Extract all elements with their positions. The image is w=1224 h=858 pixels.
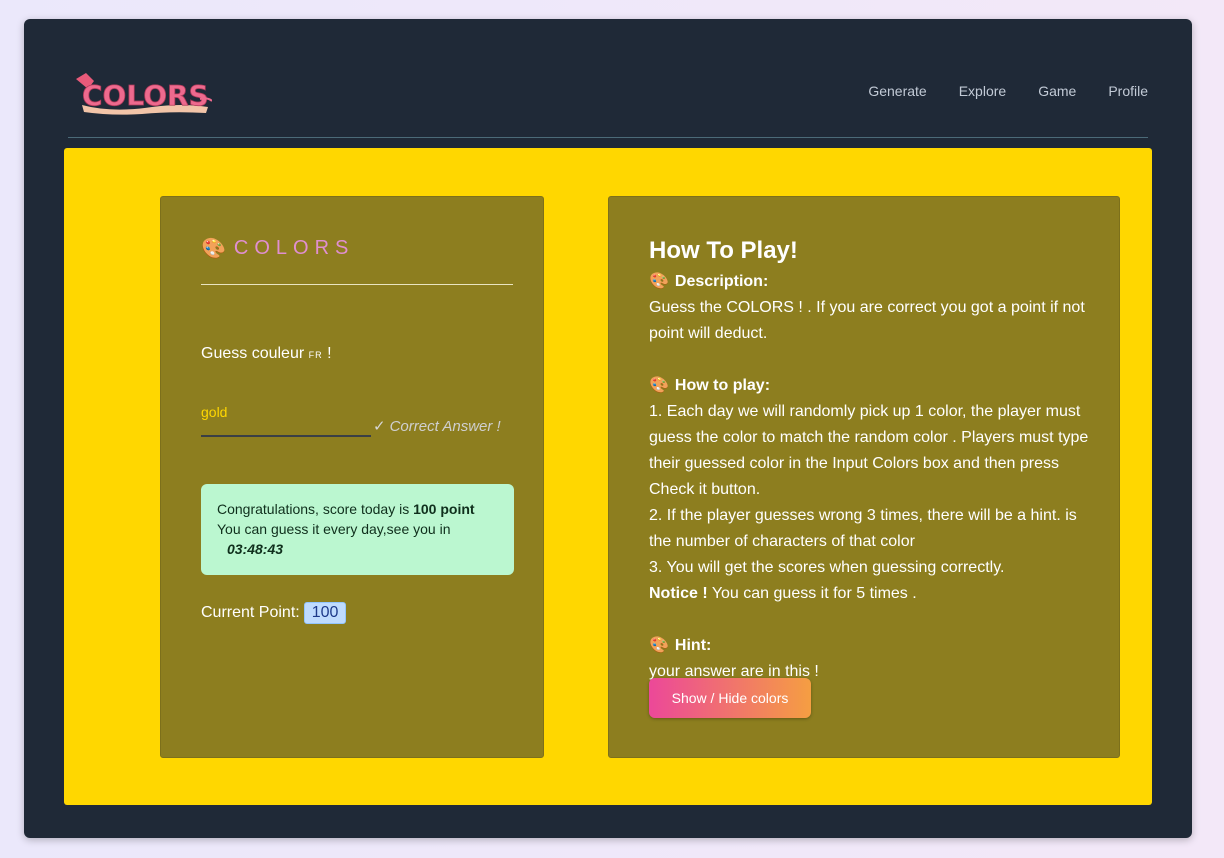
palette-icon: 🎨 bbox=[649, 637, 669, 654]
points-badge: 100 bbox=[303, 602, 347, 624]
guess-input[interactable] bbox=[201, 397, 371, 427]
alert-score: 100 point bbox=[413, 501, 475, 517]
how-to-card: How To Play! 🎨 Description: Guess the CO… bbox=[608, 196, 1120, 758]
nav-explore[interactable]: Explore bbox=[959, 83, 1006, 99]
step-3: 3. You will get the scores when guessing… bbox=[649, 559, 1005, 576]
description-heading-text: Description: bbox=[674, 273, 769, 290]
logo-text: COLORS bbox=[82, 79, 209, 112]
step-1: 1. Each day we will randomly pick up 1 c… bbox=[649, 403, 1089, 498]
notice-text: You can guess it for 5 times . bbox=[711, 585, 917, 602]
success-alert: Congratulations, score today is 100 poin… bbox=[201, 484, 514, 575]
how-to-title: How To Play! bbox=[649, 237, 798, 264]
navbar: COLORS Generate Explore Game Profile bbox=[68, 59, 1148, 138]
nav-links: Generate Explore Game Profile bbox=[868, 83, 1148, 99]
guess-prompt-suffix: ! bbox=[327, 345, 332, 362]
step-2: 2. If the player guesses wrong 3 times, … bbox=[649, 507, 1077, 550]
notice-label: Notice ! bbox=[649, 585, 708, 602]
guess-prompt-text: Guess couleur bbox=[201, 345, 305, 362]
palette-icon: 🎨 bbox=[649, 377, 669, 394]
result-text: Correct Answer ! bbox=[389, 417, 501, 435]
countdown-timer: 03:48:43 bbox=[227, 541, 284, 557]
nav-profile[interactable]: Profile bbox=[1108, 83, 1148, 99]
guess-prompt: Guess couleur FR ! bbox=[201, 345, 332, 363]
card-brand-text: COLORS bbox=[233, 237, 355, 259]
guess-input-wrapper bbox=[201, 397, 371, 437]
description-text: Guess the COLORS ! . If you are correct … bbox=[649, 299, 1085, 342]
app-window: COLORS Generate Explore Game Profile 🎨 C… bbox=[24, 19, 1192, 838]
alert-line1: Congratulations, score today is bbox=[217, 501, 410, 517]
how-to-play-heading-text: How to play: bbox=[674, 377, 771, 394]
result-message: ✓ Correct Answer ! bbox=[373, 417, 501, 436]
divider bbox=[201, 284, 513, 285]
how-to-play-heading: 🎨 How to play: bbox=[649, 373, 1089, 399]
main-content: 🎨 COLORS Guess couleur FR ! ✓ Correct An… bbox=[64, 148, 1152, 805]
card-brand: 🎨 COLORS bbox=[201, 237, 354, 260]
nav-game[interactable]: Game bbox=[1038, 83, 1076, 99]
points-label: Current Point: bbox=[201, 604, 300, 621]
hint-heading: 🎨 Hint: bbox=[649, 633, 1089, 659]
description-heading: 🎨 Description: bbox=[649, 269, 1089, 295]
hint-heading-text: Hint: bbox=[674, 637, 712, 654]
show-hide-colors-button[interactable]: Show / Hide colors bbox=[649, 678, 811, 718]
logo[interactable]: COLORS bbox=[72, 67, 212, 117]
notice: Notice ! You can guess it for 5 times . bbox=[649, 581, 1089, 607]
current-points: Current Point: 100 bbox=[201, 602, 347, 624]
alert-line2: You can guess it every day,see you in bbox=[217, 521, 451, 537]
palette-icon: 🎨 bbox=[649, 273, 669, 290]
game-card: 🎨 COLORS Guess couleur FR ! ✓ Correct An… bbox=[160, 196, 544, 758]
language-tag: FR bbox=[308, 350, 323, 360]
nav-generate[interactable]: Generate bbox=[868, 83, 926, 99]
how-to-body: 🎨 Description: Guess the COLORS ! . If y… bbox=[649, 269, 1089, 685]
check-icon: ✓ bbox=[373, 418, 386, 435]
palette-icon: 🎨 bbox=[201, 237, 226, 260]
